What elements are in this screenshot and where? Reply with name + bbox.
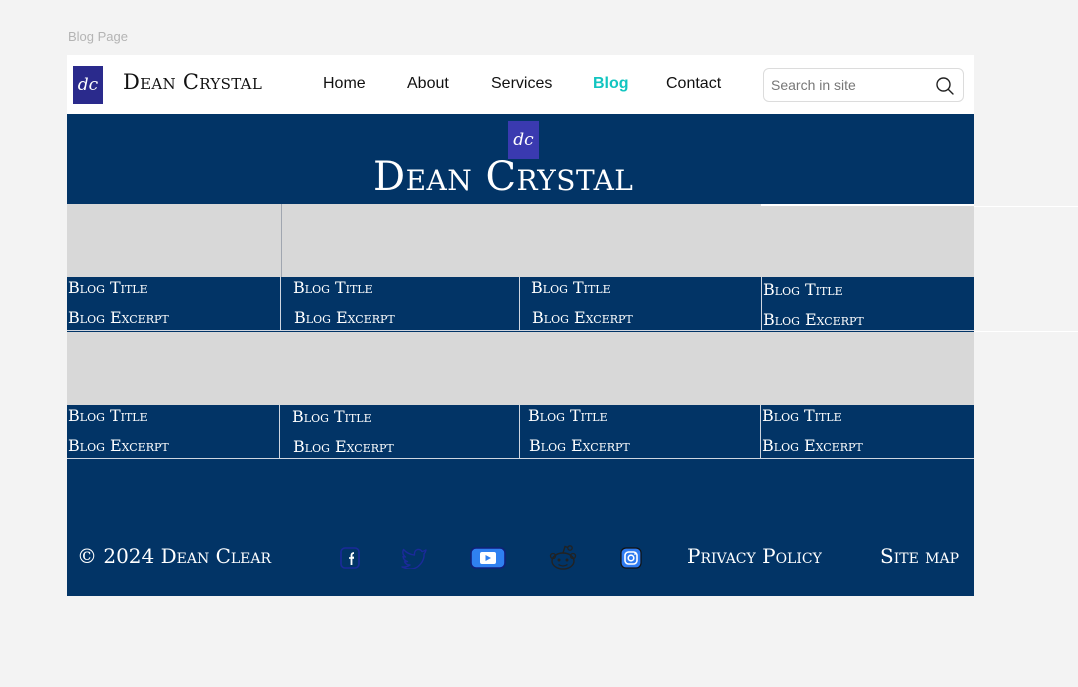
instagram-icon[interactable] [620, 547, 642, 569]
blog-excerpt: Blog Excerpt [68, 308, 169, 327]
youtube-icon[interactable] [470, 547, 506, 569]
blog-title[interactable]: Blog Title [68, 406, 148, 425]
blog-excerpt: Blog Excerpt [68, 436, 169, 455]
hero-banner: dc Dean Crystal [67, 114, 974, 204]
blog-title[interactable]: Blog Title [292, 407, 372, 426]
blog-card[interactable]: Blog Title Blog Excerpt [519, 277, 761, 331]
reddit-icon[interactable] [547, 544, 579, 572]
blog-card[interactable]: Blog Title Blog Excerpt [280, 277, 519, 331]
blog-card[interactable]: Blog Title Blog Excerpt [761, 277, 974, 331]
blog-title[interactable]: Blog Title [531, 278, 611, 297]
nav-contact[interactable]: Contact [666, 75, 721, 93]
blog-grid: Blog Title Blog Excerpt Blog Title Blog … [67, 204, 974, 596]
blog-card[interactable]: Blog Title Blog Excerpt [519, 405, 760, 459]
privacy-policy-link[interactable]: Privacy Policy [687, 544, 822, 568]
nav-about[interactable]: About [407, 75, 449, 93]
blog-excerpt: Blog Excerpt [762, 436, 863, 455]
blog-excerpt: Blog Excerpt [532, 308, 633, 327]
blog-excerpt: Blog Excerpt [294, 308, 395, 327]
blog-card[interactable]: Blog Title Blog Excerpt [760, 405, 974, 459]
blog-excerpt: Blog Excerpt [529, 436, 630, 455]
blog-excerpt: Blog Excerpt [293, 437, 394, 456]
blog-image-row-2 [67, 332, 974, 405]
page-frame: dc Dean Crystal Home About Services Blog… [67, 55, 974, 596]
facebook-icon[interactable] [339, 547, 361, 569]
footer-copyright: © 2024 Dean Clear [77, 544, 272, 568]
nav-blog[interactable]: Blog [593, 75, 629, 93]
site-map-link[interactable]: Site map [880, 544, 959, 568]
site-header: dc Dean Crystal Home About Services Blog… [67, 55, 974, 114]
blog-card[interactable]: Blog Title Blog Excerpt [67, 405, 279, 459]
guide-line [974, 206, 1078, 207]
blog-card[interactable]: Blog Title Blog Excerpt [279, 405, 519, 459]
blog-card[interactable]: Blog Title Blog Excerpt [67, 277, 280, 331]
blog-image-row-1 [67, 204, 974, 277]
blog-title[interactable]: Blog Title [68, 278, 148, 297]
brand-name[interactable]: Dean Crystal [123, 70, 262, 94]
search-input[interactable] [771, 76, 931, 94]
search-icon[interactable] [935, 76, 955, 96]
image-divider [761, 204, 974, 206]
page-label: Blog Page [68, 29, 128, 44]
site-logo[interactable]: dc [73, 66, 103, 104]
twitter-icon[interactable] [399, 547, 429, 569]
guide-line [974, 331, 1078, 332]
search-box[interactable] [763, 68, 964, 102]
hero-title: Dean Crystal [373, 154, 634, 200]
blog-title[interactable]: Blog Title [293, 278, 373, 297]
blog-info-row-2: Blog Title Blog Excerpt Blog Title Blog … [67, 405, 974, 459]
blog-title[interactable]: Blog Title [528, 406, 608, 425]
image-divider [281, 204, 282, 277]
nav-home[interactable]: Home [323, 75, 366, 93]
blog-title[interactable]: Blog Title [762, 406, 842, 425]
nav-services[interactable]: Services [491, 75, 552, 93]
blog-title[interactable]: Blog Title [763, 280, 843, 299]
blog-info-row-1: Blog Title Blog Excerpt Blog Title Blog … [67, 277, 974, 331]
blog-excerpt: Blog Excerpt [763, 310, 864, 329]
